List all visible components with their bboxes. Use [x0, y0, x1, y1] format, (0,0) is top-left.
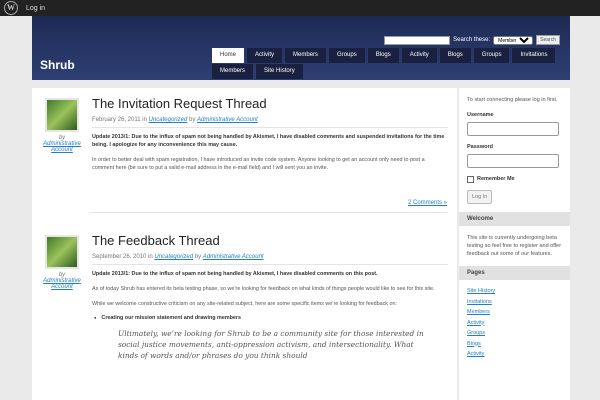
post-meta: September 26, 2010 in Uncategorized by A… [92, 254, 448, 265]
site-title[interactable]: Shrub [40, 58, 75, 72]
site-header: Shrub Search these: Members Search Home … [32, 16, 570, 80]
pages-list: Site History Invitations Members Activit… [459, 280, 570, 366]
page-link-activity[interactable]: Activity [467, 320, 484, 326]
post-meta: February 26, 2011 in Uncategorized by Ad… [92, 117, 448, 128]
search-label: Search these: [453, 37, 491, 43]
nav-invitations[interactable]: Invitations [512, 48, 556, 63]
welcome-heading: Welcome [459, 212, 570, 226]
nav-home[interactable]: Home [212, 48, 245, 63]
post-paragraph: In order to better deal with spam regist… [92, 157, 425, 171]
nav-activity-2[interactable]: Activity [401, 48, 437, 63]
category-link[interactable]: Uncategorized [149, 117, 188, 123]
meta-in-label: in [148, 254, 153, 260]
search-button[interactable]: Search [536, 35, 560, 45]
meta-by-label: by [188, 117, 196, 123]
search-bar: Search these: Members Search [384, 35, 560, 45]
post-divider [90, 212, 448, 213]
post-body: The Feedback Thread September 26, 2010 i… [92, 233, 448, 361]
nav-site-history[interactable]: Site History [256, 64, 303, 79]
category-link[interactable]: Uncategorized [154, 254, 193, 260]
login-link[interactable]: Log in [26, 5, 45, 12]
post-author: by Administrative Account [40, 98, 84, 153]
blockquote: Ultimately, we’re looking for Shrub to b… [118, 329, 424, 360]
login-button[interactable]: Log In [467, 190, 493, 204]
page-link-blogs[interactable]: Blogs [467, 341, 481, 347]
main-nav: Home Activity Members Groups Blogs Activ… [212, 48, 556, 63]
avatar[interactable] [45, 235, 79, 269]
list-item: Creating our mission statement and drawi… [92, 315, 448, 321]
password-label: Password [467, 144, 493, 150]
author-link[interactable]: Administrative Account [40, 141, 84, 153]
page-link-invitations[interactable]: Invitations [467, 299, 492, 305]
meta-by-label: by [194, 254, 202, 260]
page-link-site-history[interactable]: Site History [467, 288, 495, 294]
page-link-groups[interactable]: Groups [467, 330, 485, 336]
remember-me-label: Remember Me [477, 176, 515, 182]
login-intro: To start connecting please log in first. [467, 97, 558, 103]
post-title[interactable]: The Invitation Request Thread [92, 96, 448, 111]
username-label: Username [467, 112, 494, 118]
post-author: by Administrative Account [40, 235, 84, 290]
nav-blogs-2[interactable]: Blogs [439, 48, 471, 63]
remember-me: Remember Me [467, 175, 562, 183]
post-update-notice: Update 2013/1: Due to the influx of spam… [92, 134, 445, 148]
remember-me-checkbox[interactable] [467, 175, 474, 183]
wordpress-logo-icon[interactable]: W [4, 1, 18, 15]
avatar[interactable] [45, 98, 79, 132]
username-field[interactable] [467, 122, 559, 136]
author-meta-link[interactable]: Administrative Account [203, 254, 264, 260]
nav-groups-2[interactable]: Groups [473, 48, 510, 63]
admin-bar: W Log in [0, 0, 600, 16]
nav-groups[interactable]: Groups [329, 48, 365, 63]
post-date: September 26, 2010 [92, 254, 147, 260]
main-content: by Administrative Account The Invitation… [32, 88, 457, 400]
search-scope-select[interactable]: Members [493, 35, 534, 45]
main-nav-row-2: Members Site History [212, 64, 303, 79]
post-body: The Invitation Request Thread February 2… [92, 96, 448, 179]
post-date: February 26, 2011 [92, 117, 141, 123]
nav-activity[interactable]: Activity [247, 48, 283, 63]
nav-members[interactable]: Members [285, 48, 327, 63]
meta-in-label: in [142, 117, 147, 123]
pages-heading: Pages [459, 266, 570, 280]
welcome-text: This site is currently undergoing beta t… [467, 235, 562, 257]
password-field[interactable] [467, 154, 559, 168]
post-title[interactable]: The Feedback Thread [92, 233, 448, 248]
post-paragraph: While we welcome constructive criticism … [92, 301, 397, 307]
post-update-notice: Update 2013/1: Due to the influx of spam… [92, 271, 378, 277]
comments-link[interactable]: 2 Comments » [408, 200, 447, 206]
login-widget: To start connecting please log in first.… [459, 88, 570, 212]
page-link-activity-2[interactable]: Activity [467, 351, 484, 357]
author-link[interactable]: Administrative Account [40, 278, 84, 290]
nav-blogs[interactable]: Blogs [367, 48, 399, 63]
search-input[interactable] [384, 35, 451, 45]
sidebar: To start connecting please log in first.… [459, 88, 570, 400]
post-paragraph: As of today Shrub has entered its beta t… [92, 286, 435, 292]
nav-members-2[interactable]: Members [212, 64, 254, 79]
page-link-members[interactable]: Members [467, 309, 490, 315]
author-meta-link[interactable]: Administrative Account [197, 117, 258, 123]
